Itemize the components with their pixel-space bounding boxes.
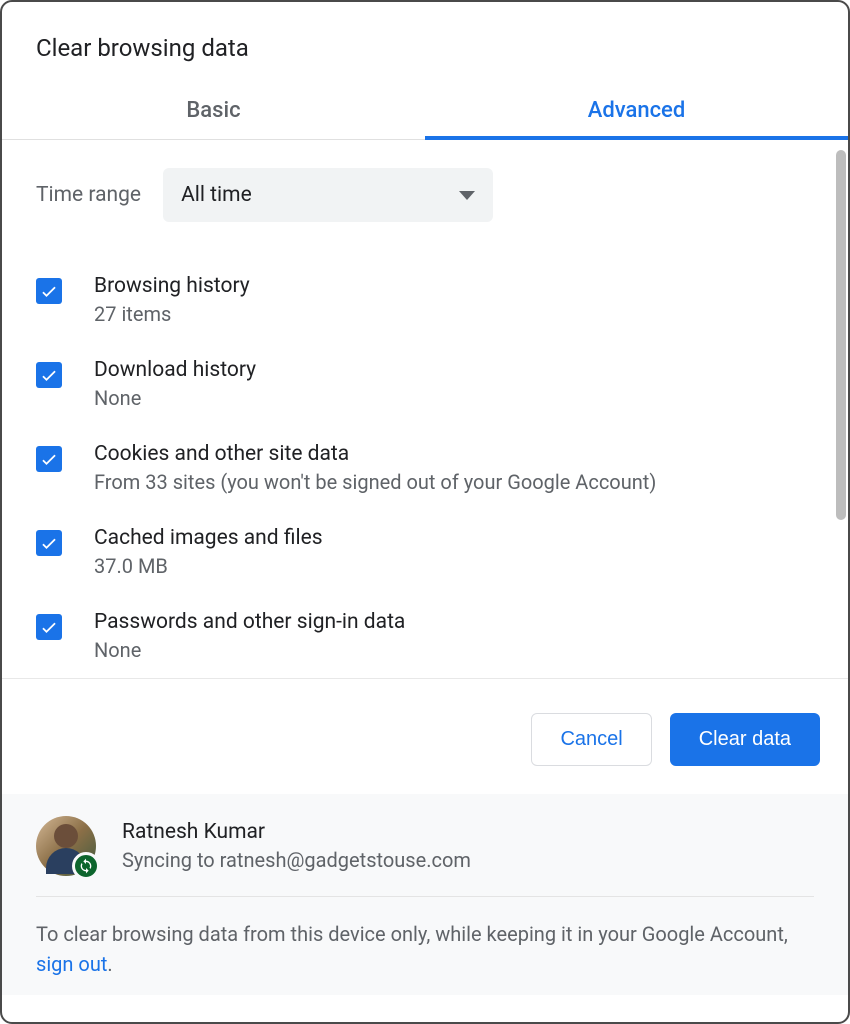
checkbox-download-history[interactable]: [36, 362, 62, 388]
account-status: Syncing to ratnesh@gadgetstouse.com: [122, 848, 471, 872]
option-title: Browsing history: [94, 274, 814, 298]
option-sub: From 33 sites (you won't be signed out o…: [94, 470, 814, 494]
time-range-row: Time range All time: [2, 140, 848, 240]
option-cached: Cached images and files 37.0 MB: [36, 510, 814, 594]
tab-basic[interactable]: Basic: [2, 80, 425, 139]
footer-text: To clear browsing data from this device …: [36, 897, 814, 979]
clear-data-button[interactable]: Clear data: [670, 713, 820, 766]
cancel-button[interactable]: Cancel: [531, 713, 651, 766]
option-sub: 37.0 MB: [94, 554, 814, 578]
option-sub: None: [94, 386, 814, 410]
option-sub: None: [94, 638, 814, 662]
time-range-select[interactable]: All time: [163, 168, 493, 222]
checkbox-passwords[interactable]: [36, 614, 62, 640]
check-icon: [39, 449, 59, 469]
check-icon: [39, 617, 59, 637]
option-title: Passwords and other sign-in data: [94, 610, 814, 634]
option-title: Cached images and files: [94, 526, 814, 550]
footer-text-suffix: .: [107, 952, 112, 976]
check-icon: [39, 533, 59, 553]
option-cookies: Cookies and other site data From 33 site…: [36, 426, 814, 510]
avatar: [36, 816, 96, 876]
tabs: Basic Advanced: [2, 80, 848, 140]
sign-out-link[interactable]: sign out: [36, 952, 107, 976]
dialog-actions: Cancel Clear data: [2, 678, 848, 794]
time-range-value: All time: [181, 183, 252, 207]
account-section: Ratnesh Kumar Syncing to ratnesh@gadgets…: [2, 794, 848, 995]
option-title: Download history: [94, 358, 814, 382]
option-download-history: Download history None: [36, 342, 814, 426]
footer-text-prefix: To clear browsing data from this device …: [36, 922, 788, 946]
scroll-area: Time range All time Browsing history 27 …: [2, 140, 848, 678]
chevron-down-icon: [459, 191, 475, 200]
option-browsing-history: Browsing history 27 items: [36, 258, 814, 342]
checkbox-cached[interactable]: [36, 530, 62, 556]
account-name: Ratnesh Kumar: [122, 820, 471, 844]
option-title: Cookies and other site data: [94, 442, 814, 466]
time-range-label: Time range: [36, 183, 141, 207]
sync-icon: [72, 852, 100, 880]
options-list: Browsing history 27 items Download histo…: [2, 240, 848, 678]
option-sub: 27 items: [94, 302, 814, 326]
scrollbar[interactable]: [836, 150, 846, 520]
dialog-title: Clear browsing data: [2, 2, 848, 80]
check-icon: [39, 281, 59, 301]
checkbox-cookies[interactable]: [36, 446, 62, 472]
account-row: Ratnesh Kumar Syncing to ratnesh@gadgets…: [36, 816, 814, 897]
option-passwords: Passwords and other sign-in data None: [36, 594, 814, 678]
tab-advanced[interactable]: Advanced: [425, 80, 848, 139]
checkbox-browsing-history[interactable]: [36, 278, 62, 304]
check-icon: [39, 365, 59, 385]
